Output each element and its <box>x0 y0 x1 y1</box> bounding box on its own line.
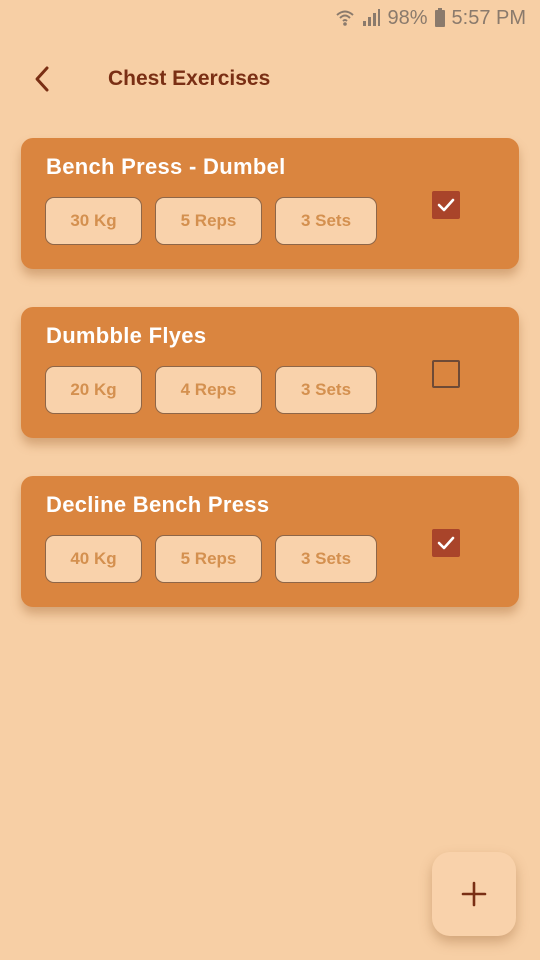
add-exercise-button[interactable] <box>432 852 516 936</box>
exercise-name: Dumbble Flyes <box>46 323 207 348</box>
weight-chip: 20 Kg <box>45 366 142 414</box>
exercise-name: Bench Press - Dumbel <box>46 154 286 179</box>
sets-chip: 3 Sets <box>275 197 377 245</box>
check-icon <box>437 198 455 212</box>
completed-checkbox[interactable] <box>432 529 460 557</box>
battery-icon <box>434 8 446 28</box>
exercise-stats: 20 Kg 4 Reps 3 Sets <box>45 366 377 414</box>
signal-icon <box>361 8 381 28</box>
status-bar: 98% 5:57 PM <box>0 0 540 36</box>
exercise-stats: 40 Kg 5 Reps 3 Sets <box>45 535 377 583</box>
sets-chip: 3 Sets <box>275 535 377 583</box>
back-arrow-icon <box>35 66 49 92</box>
completed-checkbox[interactable] <box>432 360 460 388</box>
exercise-stats: 30 Kg 5 Reps 3 Sets <box>45 197 377 245</box>
plus-icon <box>461 881 487 907</box>
reps-chip: 5 Reps <box>155 197 262 245</box>
sets-chip: 3 Sets <box>275 366 377 414</box>
completed-checkbox[interactable] <box>432 191 460 219</box>
page-title: Chest Exercises <box>108 67 271 90</box>
status-time: 5:57 PM <box>451 6 526 29</box>
exercise-card[interactable]: Dumbble Flyes 20 Kg 4 Reps 3 Sets <box>21 307 519 438</box>
battery-percent: 98% <box>387 6 428 29</box>
weight-chip: 30 Kg <box>45 197 142 245</box>
reps-chip: 5 Reps <box>155 535 262 583</box>
wifi-icon <box>335 8 355 28</box>
app-bar: Chest Exercises <box>0 50 540 108</box>
weight-chip: 40 Kg <box>45 535 142 583</box>
back-button[interactable] <box>20 57 64 101</box>
reps-chip: 4 Reps <box>155 366 262 414</box>
exercise-list: Bench Press - Dumbel 30 Kg 5 Reps 3 Sets… <box>21 138 519 645</box>
exercise-name: Decline Bench Press <box>46 492 270 517</box>
exercise-card[interactable]: Bench Press - Dumbel 30 Kg 5 Reps 3 Sets <box>21 138 519 269</box>
exercise-card[interactable]: Decline Bench Press 40 Kg 5 Reps 3 Sets <box>21 476 519 607</box>
check-icon <box>437 536 455 550</box>
